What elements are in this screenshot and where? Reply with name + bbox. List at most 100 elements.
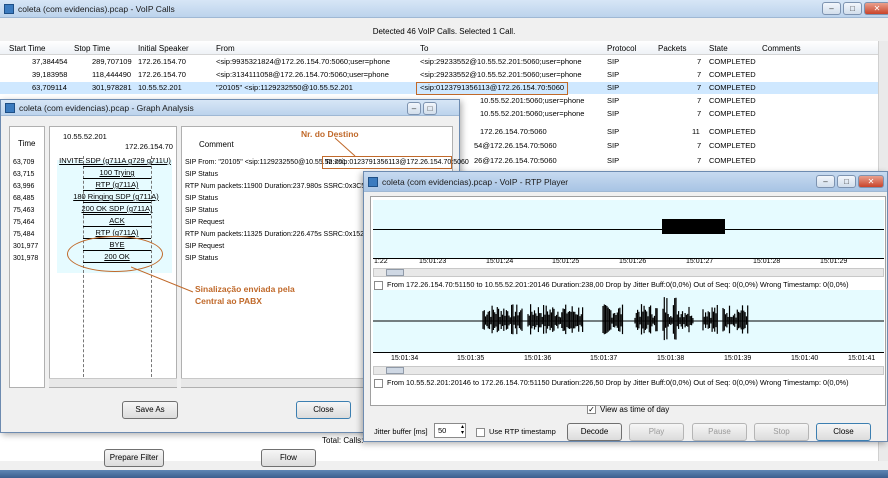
waveform-signal — [373, 297, 884, 341]
sip-ringing-label[interactable]: 180 Ringing SDP (g711A) — [61, 192, 171, 201]
event-comment[interactable]: SIP Status — [185, 195, 218, 202]
sip-invite-label[interactable]: INVITE SDP (g711A g729 g711U) — [59, 156, 171, 165]
stream-1-checkbox[interactable] — [374, 280, 383, 290]
view-time-label: View as time of day — [600, 405, 670, 414]
event-comment[interactable]: SIP Status — [185, 255, 218, 262]
stream-1-row[interactable]: From 172.26.154.70:51150 to 10.55.52.201… — [374, 280, 849, 290]
stream-2-row[interactable]: From 10.55.52.201:20146 to 172.26.154.70… — [374, 378, 849, 388]
event-comment[interactable]: SIP Status — [185, 207, 218, 214]
arrow — [83, 166, 151, 167]
arrow — [83, 202, 151, 203]
table-row[interactable]: 39,183958 118,444490 172.26.154.70 <sip:… — [0, 69, 878, 81]
stream-2-info: From 10.55.52.201:20146 to 172.26.154.70… — [387, 378, 849, 387]
total-calls-label: Total: Calls: — [322, 436, 364, 445]
use-rtp-checkbox[interactable] — [476, 427, 485, 437]
time-tick: 15:01:27 — [686, 258, 714, 265]
save-as-button[interactable]: Save As — [122, 401, 178, 419]
flow-button[interactable]: Flow — [261, 449, 316, 467]
col-initial-speaker[interactable]: Initial Speaker — [138, 42, 189, 55]
scroll-thumb[interactable] — [386, 367, 404, 374]
use-rtp-label: Use RTP timestamp — [489, 427, 556, 436]
time-tick: 15:01:34 — [391, 355, 419, 362]
time-tick: 15:01:40 — [791, 355, 819, 362]
scroll-thumb[interactable] — [386, 269, 404, 276]
col-state[interactable]: State — [709, 42, 728, 55]
jitter-buffer-input[interactable]: 50 ▴ ▾ — [434, 423, 466, 438]
comment-header: Comment — [199, 140, 234, 149]
event-comment[interactable]: RTP Num packets:11900 Duration:237.980s … — [185, 183, 385, 190]
sip-ok-label[interactable]: 200 OK SDP (g711A) — [67, 204, 167, 213]
table-row[interactable]: 37,384454 289,707109 172.26.154.70 <sip:… — [0, 56, 878, 68]
graph-close-button[interactable]: Close — [296, 401, 351, 419]
rtp-label[interactable]: RTP (g711A) — [83, 180, 151, 189]
time-tick: 15:01:23 — [419, 258, 447, 265]
rtp-player-window: coleta (com evidencias).pcap - VoIP - RT… — [363, 171, 888, 442]
waveform-stream-2[interactable] — [373, 290, 884, 352]
time-tick: 15:01:37 — [590, 355, 618, 362]
calls-table-header — [0, 41, 878, 55]
col-to[interactable]: To — [420, 42, 428, 55]
stop-button[interactable]: Stop — [754, 423, 809, 441]
prepare-filter-button[interactable]: Prepare Filter — [104, 449, 164, 467]
calls-titlebar[interactable]: coleta (com evidencias).pcap - VoIP Call… — [0, 0, 888, 18]
graph-window-title: coleta (com evidencias).pcap - Graph Ana… — [19, 102, 194, 113]
calls-window-title: coleta (com evidencias).pcap - VoIP Call… — [18, 3, 175, 14]
diagram-hscrollbar[interactable] — [49, 378, 177, 387]
view-time-of-day-row[interactable]: ✓ View as time of day — [587, 405, 670, 415]
minimize-icon[interactable]: – — [816, 175, 835, 188]
maximize-icon[interactable]: □ — [423, 102, 437, 115]
close-icon[interactable]: ✕ — [864, 2, 888, 15]
event-time: 301,978 — [13, 255, 39, 262]
decode-button[interactable]: Decode — [567, 423, 622, 441]
waveform-baseline — [373, 229, 884, 230]
event-time: 63,715 — [13, 171, 35, 178]
sip-trying-label[interactable]: 100 Trying — [83, 168, 151, 177]
event-comment[interactable]: SIP Status — [185, 171, 218, 178]
time-tick: 15:01:24 — [486, 258, 514, 265]
arrow — [83, 226, 151, 227]
event-comment[interactable]: RTP Num packets:11325 Duration:226.475s … — [185, 231, 387, 238]
event-time: 301,977 — [13, 243, 39, 250]
waveform-stream-1[interactable] — [373, 200, 884, 258]
maximize-icon[interactable]: □ — [843, 2, 862, 15]
stream-2-checkbox[interactable] — [374, 378, 383, 388]
waveform-burst — [662, 219, 725, 234]
use-rtp-timestamp-row[interactable]: Use RTP timestamp — [476, 427, 556, 437]
col-packets[interactable]: Packets — [658, 42, 686, 55]
col-start-time[interactable]: Start Time — [9, 42, 45, 55]
event-comment[interactable]: SIP Request — [185, 219, 224, 226]
pause-button[interactable]: Pause — [692, 423, 747, 441]
spinner-icon[interactable]: ▴ ▾ — [461, 424, 464, 436]
rtp-titlebar[interactable]: coleta (com evidencias).pcap - VoIP - RT… — [364, 172, 887, 192]
col-from[interactable]: From — [216, 42, 235, 55]
rtp-close-button[interactable]: Close — [816, 423, 871, 441]
stream-1-info: From 172.26.154.70:51150 to 10.55.52.201… — [387, 280, 849, 289]
col-stop-time[interactable]: Stop Time — [74, 42, 110, 55]
arrow — [83, 178, 151, 179]
time-tick: 15:01:26 — [619, 258, 647, 265]
col-comments[interactable]: Comments — [762, 42, 801, 55]
jitter-buffer-label: Jitter buffer [ms] — [374, 427, 428, 436]
annotation-sinalizacao: Sinalização enviada pela Central ao PABX — [195, 284, 295, 306]
time-tick: 15:01:25 — [552, 258, 580, 265]
col-protocol[interactable]: Protocol — [607, 42, 636, 55]
time-tick: 15:01:38 — [657, 355, 685, 362]
host-b-label: 172.26.154.70 — [125, 142, 173, 151]
stream-1-scrollbar[interactable] — [373, 268, 884, 277]
close-icon[interactable]: ✕ — [858, 175, 884, 188]
rtp-window-title: coleta (com evidencias).pcap - VoIP - RT… — [382, 176, 569, 187]
event-time: 63,996 — [13, 183, 35, 190]
maximize-icon[interactable]: □ — [837, 175, 856, 188]
play-button[interactable]: Play — [629, 423, 684, 441]
event-time: 75,464 — [13, 219, 35, 226]
stream-2-scrollbar[interactable] — [373, 366, 884, 375]
sip-ack-label[interactable]: ACK — [83, 216, 151, 225]
minimize-icon[interactable]: – — [407, 102, 421, 115]
event-time: 75,463 — [13, 207, 35, 214]
graph-titlebar[interactable]: coleta (com evidencias).pcap - Graph Ana… — [1, 100, 459, 116]
event-time: 75,484 — [13, 231, 35, 238]
detected-calls-label: Detected 46 VoIP Calls. Selected 1 Call. — [372, 27, 516, 36]
event-comment[interactable]: SIP Request — [185, 243, 224, 250]
view-time-checkbox[interactable]: ✓ — [587, 405, 596, 415]
minimize-icon[interactable]: – — [822, 2, 841, 15]
